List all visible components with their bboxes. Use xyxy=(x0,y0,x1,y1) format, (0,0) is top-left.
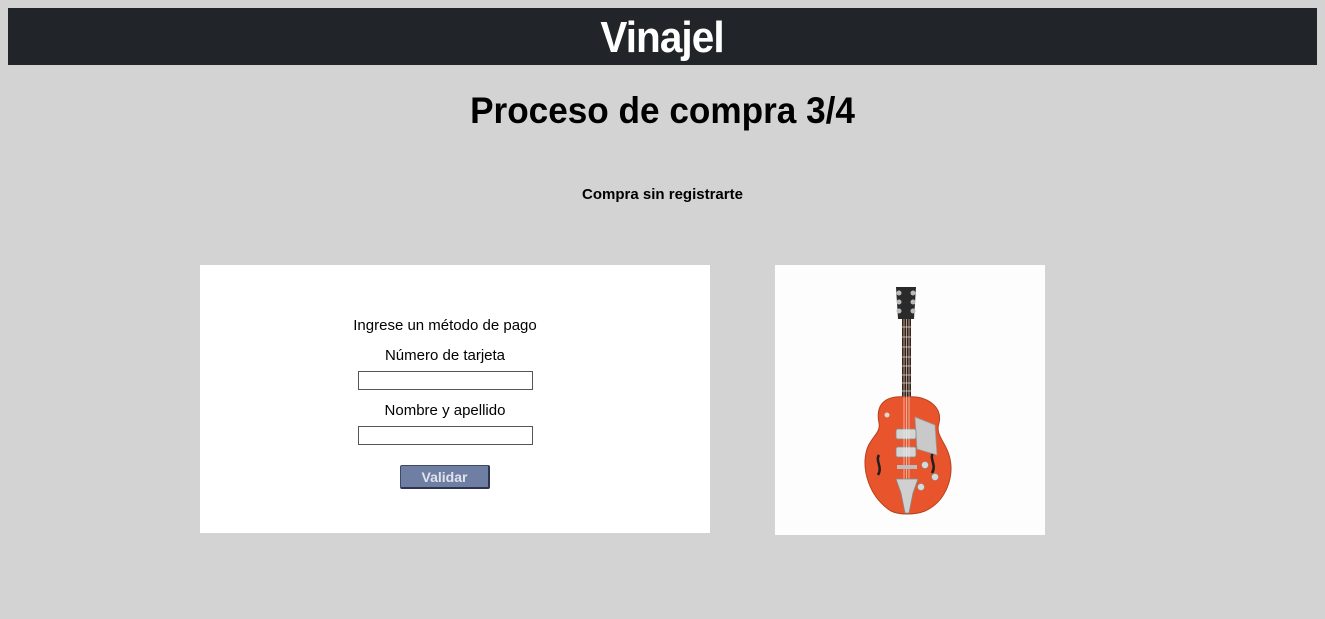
card-number-input[interactable] xyxy=(357,371,533,390)
validate-button[interactable]: Validar xyxy=(400,465,490,489)
page-subtitle: Compra sin registrarte xyxy=(582,186,743,203)
full-name-label: Nombre y apellido xyxy=(384,402,506,419)
brand-logo[interactable]: Vinajel xyxy=(601,14,725,62)
electric-guitar-icon xyxy=(864,287,952,515)
product-image-card xyxy=(775,265,1045,535)
payment-method-heading: Ingrese un método de pago xyxy=(353,317,537,334)
card-number-label: Número de tarjeta xyxy=(384,347,506,364)
full-name-input[interactable] xyxy=(357,426,533,445)
payment-form-card: Ingrese un método de pago Número de tarj… xyxy=(200,265,710,533)
payment-form: Ingrese un método de pago Número de tarj… xyxy=(200,317,690,489)
site-header: Vinajel xyxy=(8,8,1317,65)
page-title: Proceso de compra 3/4 xyxy=(470,90,855,131)
